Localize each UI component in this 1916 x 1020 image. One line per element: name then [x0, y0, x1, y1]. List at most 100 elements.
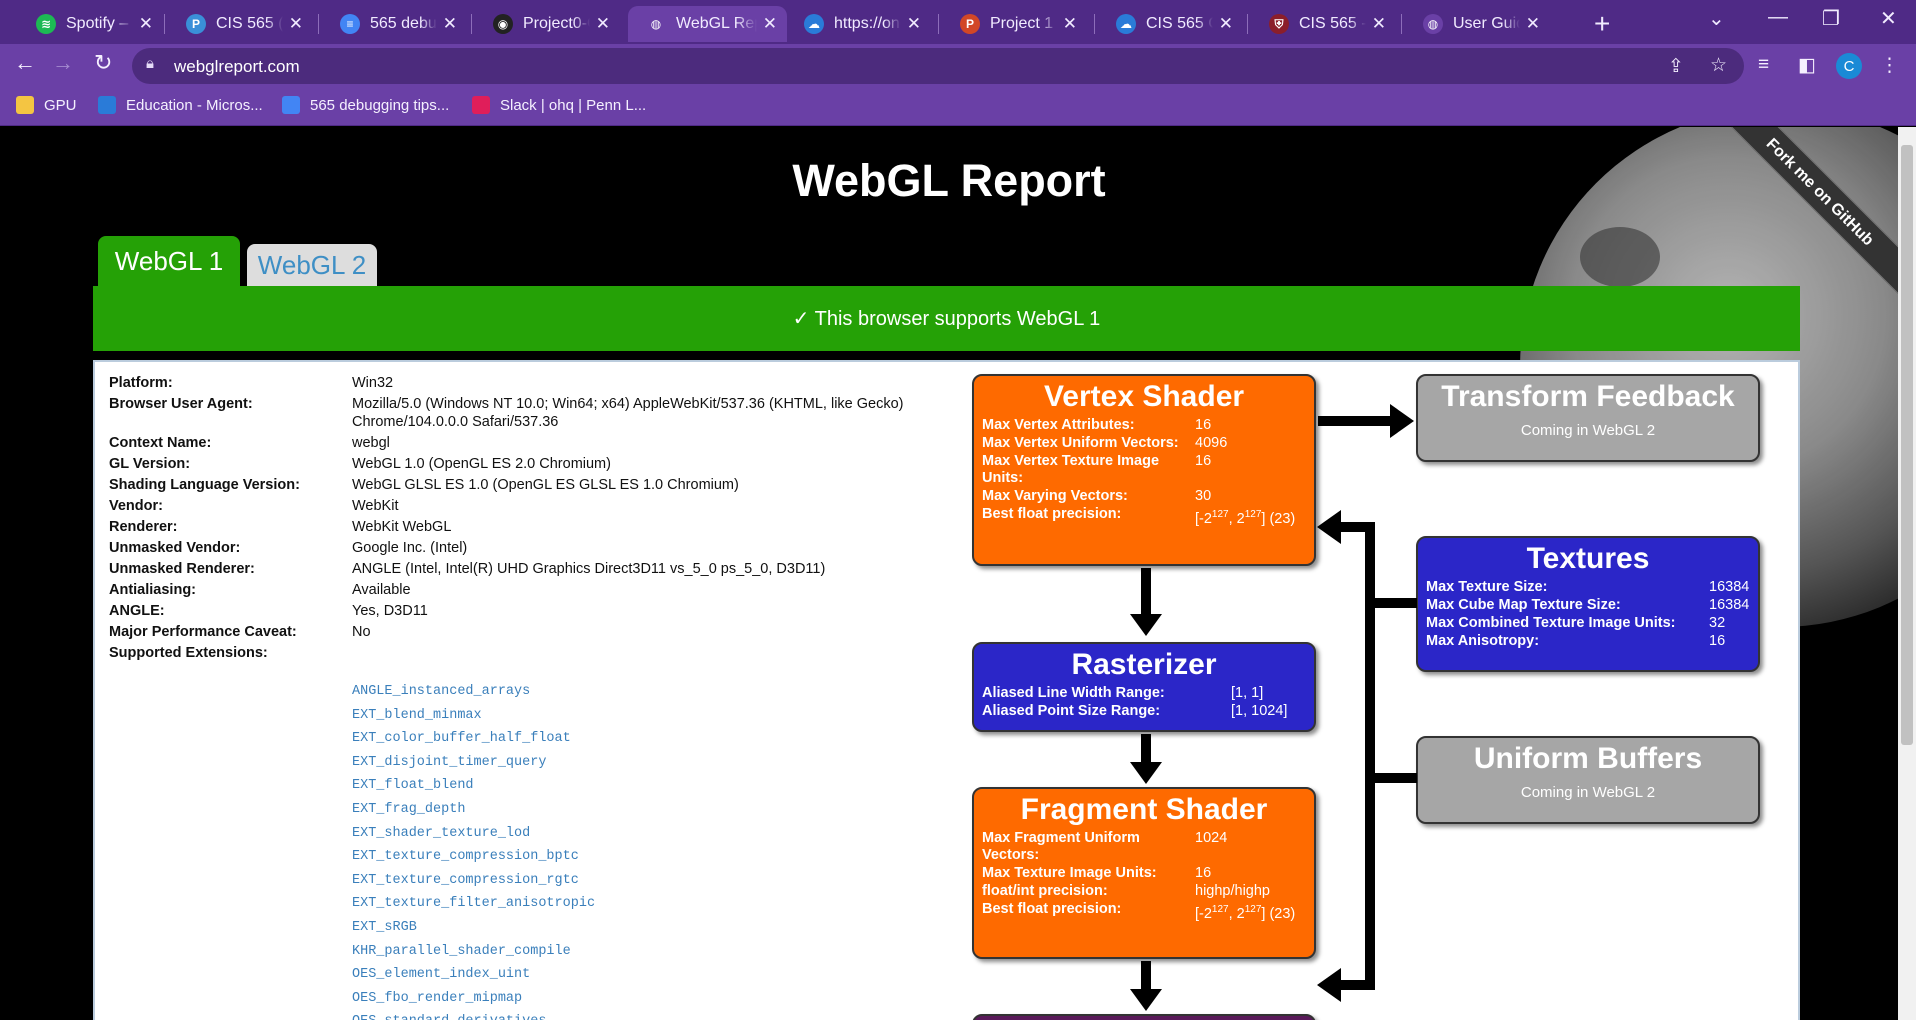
browser-tab[interactable]: ◍ User Guide ✕	[1405, 6, 1550, 42]
parameter-key: Max Vertex Attributes:	[982, 417, 1135, 433]
share-icon[interactable]: ⇪	[1668, 55, 1684, 78]
tab-webgl1[interactable]: WebGL 1	[98, 236, 240, 286]
menu-kebab-icon[interactable]: ⋮	[1880, 54, 1899, 77]
arrowhead-right	[1390, 404, 1414, 438]
close-tab-icon[interactable]: ✕	[763, 14, 777, 34]
extension-link[interactable]: EXT_texture_compression_rgtc	[352, 869, 595, 893]
parameter-row: Max Cube Map Texture Size: 16384	[1418, 597, 1758, 614]
transform-feedback-box: Transform Feedback Coming in WebGL 2	[1416, 374, 1760, 462]
side-panel-icon[interactable]: ◧	[1798, 54, 1816, 77]
address-bar[interactable]: 🔒︎ webglreport.com ⇪ ☆	[132, 48, 1744, 84]
textures-title: Textures	[1526, 542, 1650, 575]
browser-tab[interactable]: ≡ 565 debugg ✕	[322, 6, 467, 42]
close-tab-icon[interactable]: ✕	[1063, 14, 1077, 34]
info-row: Shading Language Version: WebGL GLSL ES 1…	[109, 476, 949, 494]
parameter-value: 30	[1195, 488, 1212, 504]
info-row: Platform: Win32	[109, 374, 949, 392]
extension-link[interactable]: EXT_float_blend	[352, 774, 595, 798]
minimize-icon[interactable]: —	[1768, 6, 1788, 29]
browser-tab[interactable]: ◍ WebGL Rep ✕	[628, 6, 787, 42]
info-value: WebKit WebGL	[352, 519, 452, 535]
info-table: Platform: Win32 Browser User Agent: Mozilla…	[109, 374, 949, 661]
close-tab-icon[interactable]: ✕	[1372, 14, 1386, 34]
extension-link[interactable]: EXT_frag_depth	[352, 798, 595, 822]
vertex-shader-box: Vertex Shader Max Vertex Attributes: 16 Ma…	[972, 374, 1316, 566]
browser-tab[interactable]: ◉ Project0-Ge ✕	[475, 6, 620, 42]
parameter-value: 16	[1709, 633, 1726, 649]
extension-link[interactable]: EXT_color_buffer_half_float	[352, 727, 595, 751]
extension-link[interactable]: EXT_texture_compression_bptc	[352, 845, 595, 869]
forward-icon[interactable]: →	[52, 50, 74, 76]
browser-tab[interactable]: ☁ CIS 565 CUI ✕	[1098, 6, 1243, 42]
parameter-value: 16	[1195, 453, 1212, 469]
tab-separator	[318, 14, 319, 34]
info-key: Shading Language Version:	[109, 477, 300, 493]
tab-webgl2[interactable]: WebGL 2	[247, 244, 377, 286]
extension-link[interactable]: EXT_sRGB	[352, 916, 595, 940]
bookmark-item[interactable]: Education - Micros...	[98, 96, 263, 114]
favicon-icon: ⛨	[1269, 14, 1289, 34]
extension-link[interactable]: EXT_texture_filter_anisotropic	[352, 892, 595, 916]
parameter-key: Max Combined Texture Image Units:	[1426, 615, 1676, 631]
uniform-buffers-title: Uniform Buffers	[1473, 742, 1703, 775]
new-tab-button[interactable]: +	[1594, 8, 1610, 40]
info-key: Major Performance Caveat:	[109, 624, 297, 640]
extension-link[interactable]: ANGLE_instanced_arrays	[352, 680, 595, 704]
page-scrollbar[interactable]	[1898, 127, 1916, 1020]
browser-tab[interactable]: ☁ https://one ✕	[786, 6, 931, 42]
browser-tab[interactable]: ⛨ CIS 565 - Sc ✕	[1251, 6, 1396, 42]
close-tab-icon[interactable]: ✕	[1219, 14, 1233, 34]
bookmark-star-icon[interactable]: ☆	[1710, 54, 1727, 77]
close-tab-icon[interactable]: ✕	[596, 14, 610, 34]
close-tab-icon[interactable]: ✕	[1526, 14, 1540, 34]
extension-link[interactable]: EXT_shader_texture_lod	[352, 822, 595, 846]
report-panel: Platform: Win32 Browser User Agent: Mozilla…	[93, 360, 1800, 1020]
info-key: Unmasked Renderer:	[109, 561, 255, 577]
back-icon[interactable]: ←	[14, 50, 36, 76]
close-tab-icon[interactable]: ✕	[907, 14, 921, 34]
extension-link[interactable]: EXT_disjoint_timer_query	[352, 751, 595, 775]
tab-search-chevron-icon[interactable]: ⌄	[1708, 6, 1725, 31]
parameter-key: Best float precision:	[982, 506, 1122, 522]
bookmark-item[interactable]: 565 debugging tips...	[282, 96, 449, 114]
fragment-shader-title: Fragment Shader	[1020, 793, 1268, 826]
extension-link[interactable]: KHR_parallel_shader_compile	[352, 940, 595, 964]
browser-tab[interactable]: ≋ Spotify – Sc ✕	[18, 6, 163, 42]
bookmark-item[interactable]: Slack | ohq | Penn L...	[472, 96, 646, 114]
close-tab-icon[interactable]: ✕	[139, 14, 153, 34]
browser-tab[interactable]: P CIS 565 (16 ✕	[168, 6, 313, 42]
close-tab-icon[interactable]: ✕	[443, 14, 457, 34]
arrow-raster-to-fragment	[1141, 734, 1151, 764]
arrowhead-down	[1130, 989, 1162, 1011]
scrollbar-thumb[interactable]	[1901, 145, 1913, 745]
tab-separator	[1401, 14, 1402, 34]
close-tab-icon[interactable]: ✕	[289, 14, 303, 34]
transform-feedback-title: Transform Feedback	[1441, 380, 1735, 413]
extension-link[interactable]: OES_element_index_uint	[352, 963, 595, 987]
extension-link[interactable]: OES_fbo_render_mipmap	[352, 987, 595, 1011]
connector-textures	[1373, 598, 1417, 608]
maximize-icon[interactable]: ❐	[1822, 6, 1840, 31]
parameter-key: Max Texture Image Units:	[982, 865, 1157, 881]
extension-link[interactable]: EXT_blend_minmax	[352, 704, 595, 728]
tab-title: CIS 565 - Sc	[1299, 15, 1366, 32]
bookmark-favicon-icon	[282, 96, 300, 114]
favicon-icon: ☁	[1116, 14, 1136, 34]
tab-title: Project 1 - I	[990, 15, 1057, 32]
parameter-row: Max Vertex Attributes: 16	[974, 417, 1314, 434]
media-control-icon[interactable]: ≡	[1758, 54, 1769, 76]
parameter-row: Max Fragment Uniform Vectors: 1024	[974, 830, 1314, 864]
info-row: Unmasked Vendor: Google Inc. (Intel)	[109, 539, 949, 557]
uniform-buffers-box: Uniform Buffers Coming in WebGL 2	[1416, 736, 1760, 824]
profile-avatar[interactable]: C	[1836, 53, 1862, 79]
tab-strip: ≋Spotify – Sc✕PCIS 565 (16✕≡565 debugg✕◉…	[0, 0, 1916, 44]
extension-link[interactable]: OES_standard_derivatives	[352, 1010, 595, 1020]
tab-title: WebGL Rep	[676, 15, 757, 32]
close-window-icon[interactable]: ✕	[1880, 6, 1897, 31]
parameter-row: float/int precision: highp/highp	[974, 883, 1314, 900]
connector-vertical	[1365, 522, 1375, 990]
bookmark-item[interactable]: GPU	[16, 96, 77, 114]
browser-tab[interactable]: P Project 1 - I ✕	[942, 6, 1087, 42]
reload-icon[interactable]: ↻	[94, 50, 112, 76]
textures-box: Textures Max Texture Size: 16384 Max Cube …	[1416, 536, 1760, 672]
